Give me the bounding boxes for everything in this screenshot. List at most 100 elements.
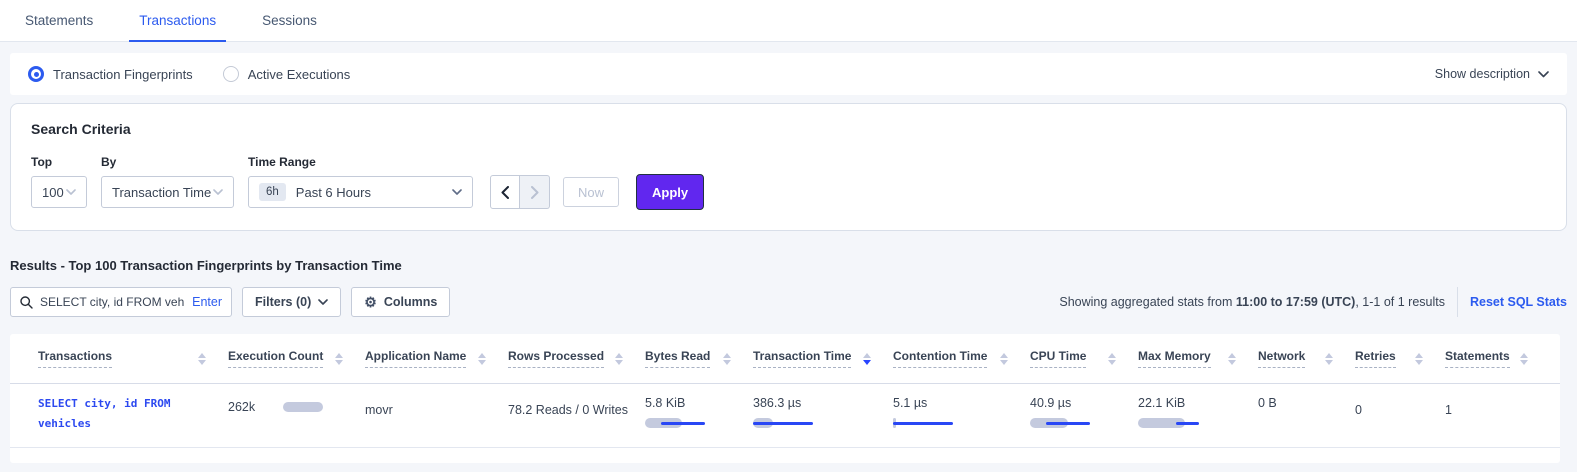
filters-button-label: Filters (0) [255,295,311,309]
search-criteria-form: Top 100 By Transaction Time Time Range 6… [31,155,1546,208]
by-field: By Transaction Time [101,155,234,208]
view-toggle-card: Transaction Fingerprints Active Executio… [10,53,1567,95]
cpu-time-bar-chart [1030,417,1138,429]
by-select[interactable]: Transaction Time [101,176,234,208]
sort-icon [1228,353,1236,365]
cell-cpu-time: 40.9 µs [1030,394,1138,434]
sort-icon [615,353,623,365]
column-header-label: Max Memory [1138,349,1211,368]
time-window-arrows [490,175,550,209]
sort-icon-active-desc [863,353,871,365]
chevron-down-icon [318,299,328,305]
time-range-select[interactable]: 6h Past 6 Hours [248,176,473,208]
reset-sql-stats-link[interactable]: Reset SQL Stats [1470,295,1567,309]
column-header-label: Contention Time [893,349,987,368]
radio-transaction-fingerprints[interactable]: Transaction Fingerprints [28,66,193,82]
gear-icon: ⚙ [364,295,377,309]
top-select[interactable]: 100 [31,176,87,208]
cell-rows-processed: 78.2 Reads / 0 Writes [508,394,645,434]
search-box: Enter [10,287,232,317]
cell-contention-time: 5.1 µs [893,394,1030,434]
column-header-statements[interactable]: Statements [1445,349,1550,368]
cell-transactions: SELECT city, id FROM vehicles [38,394,228,434]
column-header-cpu-time[interactable]: CPU Time [1030,349,1138,368]
sort-icon [1108,353,1116,365]
sort-icon [1520,353,1528,365]
tab-sessions[interactable]: Sessions [262,0,317,42]
transaction-time-value: 386.3 µs [753,396,801,410]
by-label: By [101,155,234,169]
column-header-bytes-read[interactable]: Bytes Read [645,349,753,368]
max-memory-bar-chart [1138,417,1258,429]
cell-bytes-read: 5.8 KiB [645,394,753,434]
column-header-contention-time[interactable]: Contention Time [893,349,1030,368]
column-header-application-name[interactable]: Application Name [365,349,508,368]
column-header-label: Statements [1445,349,1510,368]
column-header-label: Execution Count [228,349,323,368]
cell-statements: 1 [1445,394,1550,434]
cell-max-memory: 22.1 KiB [1138,394,1258,434]
cell-retries: 0 [1355,394,1445,434]
stats-time-range: 11:00 to 17:59 (UTC) [1236,295,1355,309]
top-field: Top 100 [31,155,87,208]
cpu-time-value: 40.9 µs [1030,396,1071,410]
chevron-right-icon [531,186,539,199]
radio-active-executions[interactable]: Active Executions [223,66,351,82]
contention-time-value: 5.1 µs [893,396,927,410]
now-button[interactable]: Now [563,177,619,207]
apply-button[interactable]: Apply [636,174,704,210]
column-header-label: Bytes Read [645,349,710,368]
radio-transaction-fingerprints-label: Transaction Fingerprints [53,67,193,82]
column-header-transaction-time[interactable]: Transaction Time [753,349,893,368]
vertical-divider [1457,287,1458,317]
results-heading: Results - Top 100 Transaction Fingerprin… [10,258,1567,273]
tab-transactions[interactable]: Transactions [139,0,216,42]
tab-statements[interactable]: Statements [25,0,93,42]
column-header-rows-processed[interactable]: Rows Processed [508,349,645,368]
chevron-left-icon [501,186,509,199]
sort-icon [478,353,486,365]
column-header-execution-count[interactable]: Execution Count [228,349,365,368]
execution-count-bar-chart [283,401,327,413]
search-criteria-card: Search Criteria Top 100 By Transaction T… [10,103,1567,231]
top-select-value: 100 [42,185,64,200]
previous-time-window-button[interactable] [490,175,520,209]
cell-application-name: movr [365,394,508,434]
results-controls-row: Enter Filters (0) ⚙ Columns Showing aggr… [10,287,1567,317]
column-header-label: Network [1258,349,1305,368]
column-header-label: Application Name [365,349,466,368]
time-range-field: Time Range 6h Past 6 Hours [248,155,473,208]
search-input[interactable] [40,295,185,309]
search-criteria-title: Search Criteria [31,121,1546,137]
sort-icon [335,353,343,365]
column-header-max-memory[interactable]: Max Memory [1138,349,1258,368]
search-icon [20,296,33,309]
table-row: SELECT city, id FROM vehicles 262k movr … [10,384,1560,448]
sort-icon [1325,353,1333,365]
transaction-fingerprint-link[interactable]: SELECT city, id FROM vehicles [38,394,228,434]
sort-icon [1000,353,1008,365]
column-header-transactions[interactable]: Transactions [38,349,228,368]
next-time-window-button[interactable] [520,175,550,209]
filters-button[interactable]: Filters (0) [242,287,341,317]
max-memory-value: 22.1 KiB [1138,396,1185,410]
sort-icon [723,353,731,365]
column-header-retries[interactable]: Retries [1355,349,1445,368]
aggregated-stats-text: Showing aggregated stats from 11:00 to 1… [1059,295,1445,309]
time-range-label: Time Range [248,155,473,169]
column-header-label: CPU Time [1030,349,1086,368]
time-range-badge: 6h [259,183,286,201]
execution-count-value: 262k [228,400,255,414]
results-table-card: Transactions Execution Count Application… [10,334,1560,463]
sort-icon [1415,353,1423,365]
table-header-row: Transactions Execution Count Application… [10,334,1560,384]
chevron-down-icon [452,189,462,195]
columns-button[interactable]: ⚙ Columns [351,287,450,317]
cell-execution-count: 262k [228,394,365,434]
radio-selected-icon [28,66,44,82]
radio-active-executions-label: Active Executions [248,67,351,82]
show-description-toggle[interactable]: Show description [1435,67,1549,81]
contention-time-bar-chart [893,417,1030,429]
chevron-down-icon [213,189,223,195]
column-header-network[interactable]: Network [1258,349,1355,368]
